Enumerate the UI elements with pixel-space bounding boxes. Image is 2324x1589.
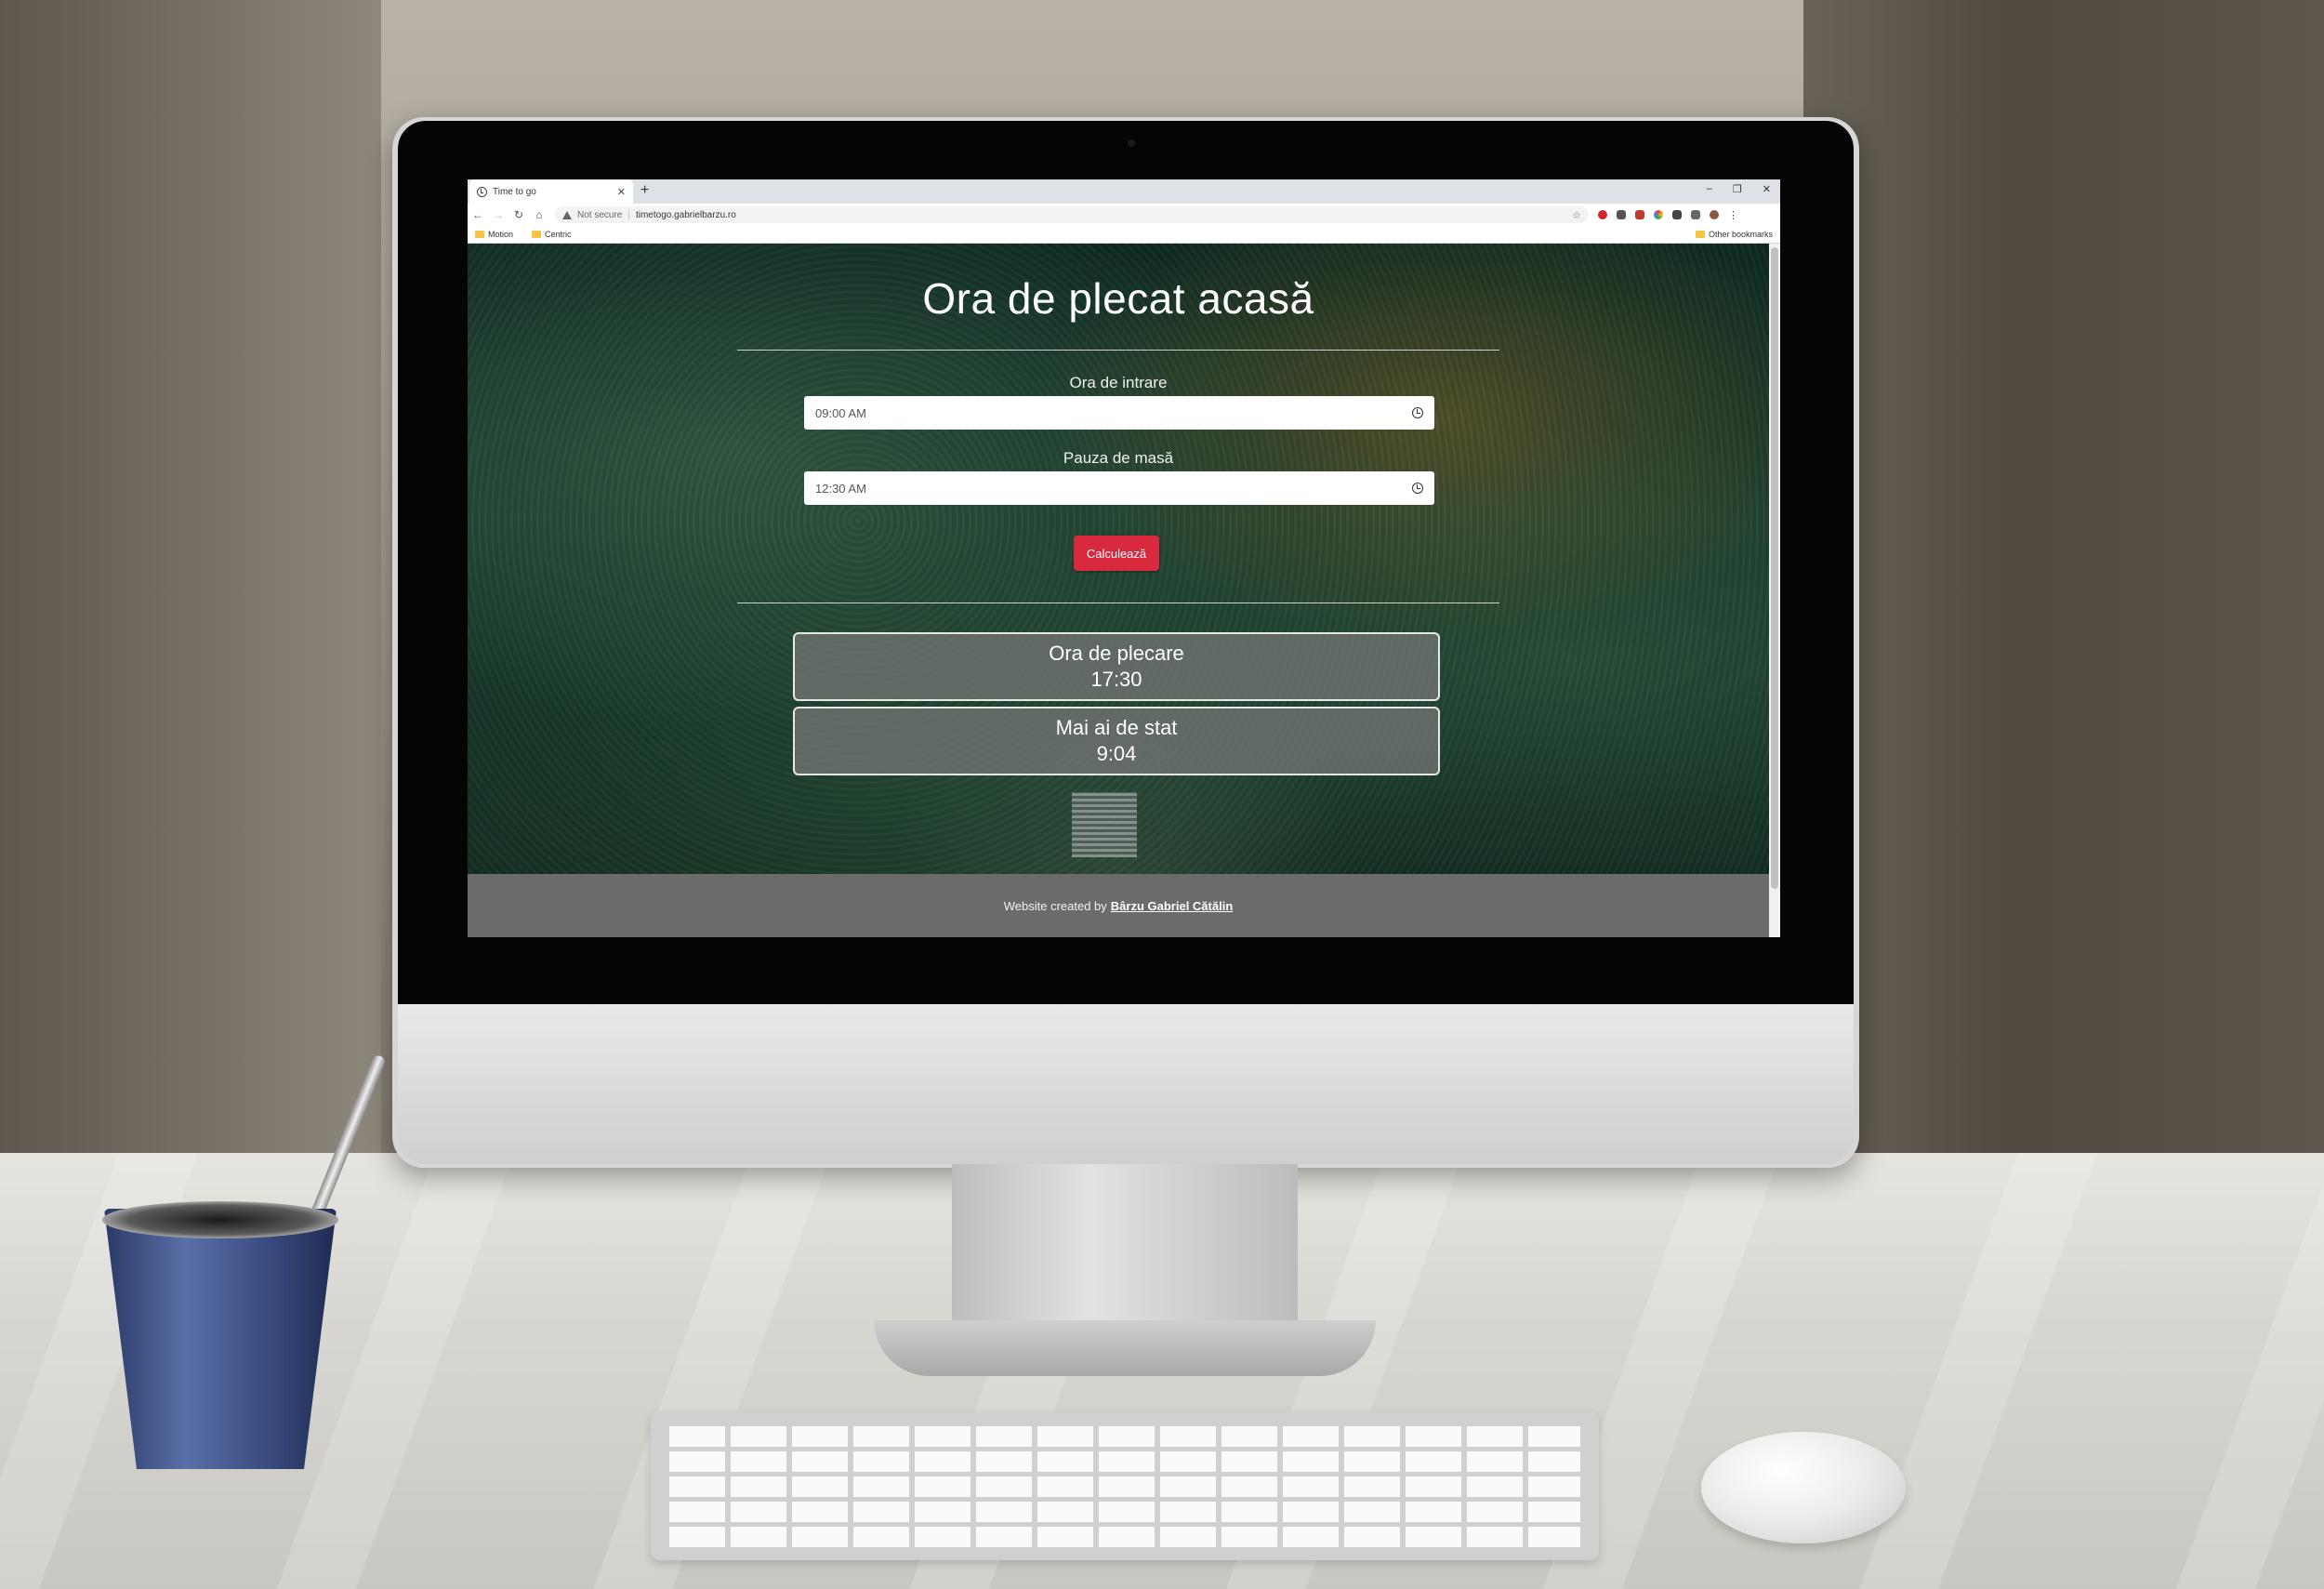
bookmark-label: Motion xyxy=(488,230,514,239)
tab-title: Time to go xyxy=(493,186,536,197)
back-arrow-icon[interactable]: ← xyxy=(468,208,488,221)
folder-icon xyxy=(532,231,542,238)
browser-toolbar: ← → ↻ ⌂ Not secure | timetogo.gabrielbar… xyxy=(468,204,1780,226)
puzzle-extension-icon[interactable] xyxy=(1691,210,1700,219)
result-title: Mai ai de stat xyxy=(1055,716,1178,739)
font-extension-icon[interactable] xyxy=(1617,210,1626,219)
chrome-extension-icon[interactable] xyxy=(1654,210,1663,219)
mouse xyxy=(1701,1432,1906,1543)
screen: Time to go ✕ + – ❐ ✕ ← → ↻ ⌂ Not secure … xyxy=(468,179,1780,937)
page-background: Ora de plecat acasă Ora de intrare 09:00… xyxy=(468,244,1769,937)
profile-avatar-icon[interactable] xyxy=(1710,210,1719,219)
bookmarks-bar: Motion Centric Other bookmarks xyxy=(468,226,1780,244)
clock-favicon-icon xyxy=(477,186,487,197)
address-bar[interactable]: Not secure | timetogo.gabrielbarzu.ro ☆ xyxy=(555,206,1589,223)
bookmark-centric[interactable]: Centric xyxy=(532,230,572,239)
cup-rim xyxy=(102,1201,338,1238)
bookmark-label: Centric xyxy=(545,230,572,239)
folder-icon xyxy=(475,231,484,238)
keyboard xyxy=(651,1411,1599,1560)
result-card-time-remaining: Mai ai de stat 9:04 xyxy=(793,707,1440,775)
imac-chin xyxy=(398,1004,1854,1164)
url-text: timetogo.gabrielbarzu.ro xyxy=(635,209,736,220)
reload-icon[interactable]: ↻ xyxy=(508,208,529,221)
result-value: 9:04 xyxy=(1096,742,1137,765)
tab-strip: Time to go ✕ + – ❐ ✕ xyxy=(468,179,1780,204)
clock-icon[interactable] xyxy=(1412,407,1423,418)
lunch-break-label: Pauza de masă xyxy=(1063,449,1174,467)
scrollbar-thumb[interactable] xyxy=(1771,247,1778,889)
author-link[interactable]: Bârzu Gabriel Cătălin xyxy=(1111,899,1233,913)
other-bookmarks[interactable]: Other bookmarks xyxy=(1695,230,1773,239)
start-time-label: Ora de intrare xyxy=(1069,374,1168,391)
bridge-image-detail xyxy=(1072,792,1137,857)
home-icon[interactable]: ⌂ xyxy=(529,208,549,221)
close-window-button[interactable]: ✕ xyxy=(1763,183,1771,195)
page-footer: Website created by Bârzu Gabriel Cătălin xyxy=(468,874,1769,937)
close-tab-icon[interactable]: ✕ xyxy=(617,186,626,198)
footer-text: Website created by xyxy=(1003,898,1107,913)
window-controls: – ❐ ✕ xyxy=(1707,183,1771,195)
other-bookmarks-label: Other bookmarks xyxy=(1708,230,1773,239)
page-scrollbar[interactable] xyxy=(1769,244,1780,937)
result-title: Ora de plecare xyxy=(1049,642,1184,665)
adblock-extension-icon[interactable] xyxy=(1598,210,1607,219)
bookmark-motion[interactable]: Motion xyxy=(475,230,513,239)
clock-icon[interactable] xyxy=(1412,483,1423,494)
bookmark-star-icon[interactable]: ☆ xyxy=(1572,209,1581,221)
browser-tab[interactable]: Time to go ✕ xyxy=(469,179,633,204)
forward-arrow-icon[interactable]: → xyxy=(488,208,508,221)
color-extension-icon[interactable] xyxy=(1635,210,1644,219)
lunch-break-value: 12:30 AM xyxy=(815,481,866,496)
minimize-button[interactable]: – xyxy=(1707,183,1712,195)
warning-icon xyxy=(562,210,572,219)
new-tab-button[interactable]: + xyxy=(640,183,649,198)
wall-background-left xyxy=(0,0,381,1153)
reader-extension-icon[interactable] xyxy=(1672,210,1682,219)
divider-top xyxy=(737,350,1499,351)
extensions-row: ⋮ xyxy=(1598,209,1738,221)
start-time-value: 09:00 AM xyxy=(815,405,866,420)
cup xyxy=(104,1209,337,1469)
wall-background-right xyxy=(1803,0,2324,1153)
camera-icon xyxy=(1128,139,1135,147)
imac-stand xyxy=(952,1164,1298,1341)
restore-button[interactable]: ❐ xyxy=(1733,183,1742,195)
folder-icon xyxy=(1695,231,1705,238)
start-time-input[interactable]: 09:00 AM xyxy=(804,396,1434,430)
menu-dots-icon[interactable]: ⋮ xyxy=(1728,209,1738,221)
result-value: 17:30 xyxy=(1090,668,1142,691)
url-separator: | xyxy=(627,209,630,220)
security-label: Not secure xyxy=(577,209,623,220)
imac-stand-foot xyxy=(874,1320,1376,1376)
result-card-leave-time: Ora de plecare 17:30 xyxy=(793,632,1440,701)
page-title: Ora de plecat acasă xyxy=(922,274,1314,323)
keyboard-keys xyxy=(669,1426,1580,1547)
divider-bottom xyxy=(737,602,1499,603)
lunch-break-input[interactable]: 12:30 AM xyxy=(804,471,1434,505)
calculate-button[interactable]: Calculează xyxy=(1074,536,1159,571)
